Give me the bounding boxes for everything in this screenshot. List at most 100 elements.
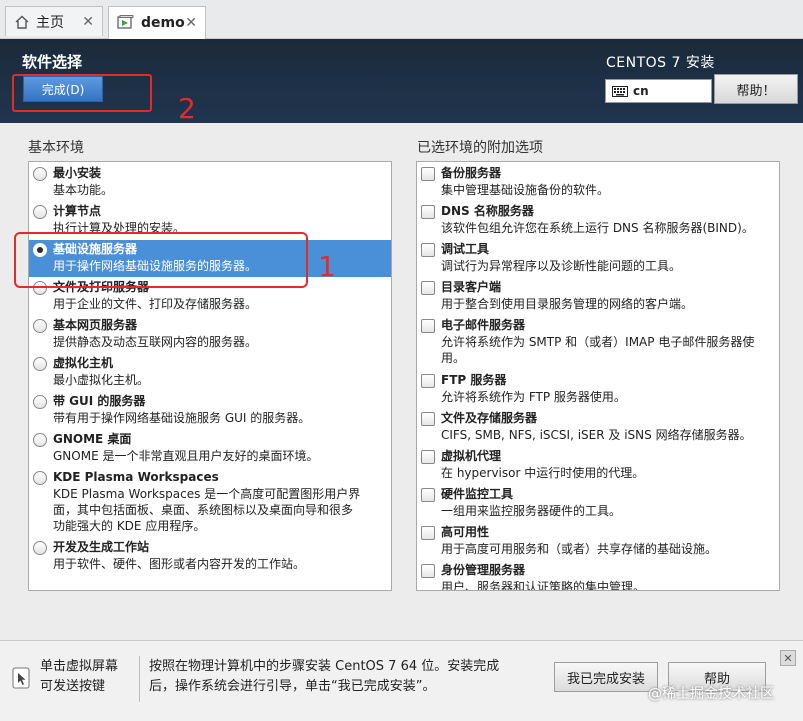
list-item[interactable]: 虚拟化主机 最小虚拟化主机。 [29, 354, 391, 388]
item-name: 最小安装 [53, 166, 102, 180]
item-name: 备份服务器 [441, 166, 502, 180]
install-info-line1: 按照在物理计算机中的步骤安装 CentOS 7 64 位。安装完成 [149, 659, 500, 674]
vm-icon [117, 15, 135, 31]
page-title: 软件选择 [22, 53, 83, 71]
item-description: GNOME 是一个非常直观且用户友好的桌面环境。 [53, 449, 319, 463]
radio-button[interactable] [33, 319, 47, 333]
item-name: 身份管理服务器 [441, 563, 526, 577]
radio-button[interactable] [33, 541, 47, 555]
list-item[interactable]: 计算节点 执行计算及处理的安装。 [29, 202, 391, 236]
annotation-label-1: 1 [318, 250, 336, 283]
install-info-text: 按照在物理计算机中的步骤安装 CentOS 7 64 位。安装完成 后，操作系统… [149, 657, 549, 697]
tab-home-label: 主页 [36, 14, 64, 31]
annotation-box-2 [12, 74, 152, 112]
list-item[interactable]: 文件及存储服务器 CIFS, SMB, NFS, iSCSI, iSER 及 iS… [417, 409, 779, 443]
annotation-label-2: 2 [178, 92, 196, 125]
item-description: 该软件包组允许您在系统上运行 DNS 名称服务器(BIND)。 [441, 221, 754, 235]
list-item[interactable]: 身份管理服务器 用户、服务器和认证策略的集中管理。 [417, 561, 779, 590]
checkbox[interactable] [421, 167, 435, 181]
finished-install-button[interactable]: 我已完成安装 [554, 662, 658, 692]
item-name: DNS 名称服务器 [441, 204, 534, 218]
list-item[interactable]: 高可用性 用于高度可用服务和（或者）共享存储的基础设施。 [417, 523, 779, 557]
list-item[interactable]: 硬件监控工具一组用来监控服务器硬件的工具。 [417, 485, 779, 519]
item-description: 基本功能。 [53, 183, 114, 197]
watermark: @稀土掘金技术社区 [648, 686, 774, 702]
addons-title: 已选环境的附加选项 [417, 140, 543, 156]
vm-hint-line2: 可发送按键 [40, 679, 106, 694]
list-item[interactable]: 开发及生成工作站用于软件、硬件、图形或者内容开发的工作站。 [29, 538, 391, 572]
installer-title: CENTOS 7 安装 [606, 55, 715, 71]
checkbox[interactable] [421, 488, 435, 502]
list-item[interactable]: 基本网页服务器 提供静态及动态互联网内容的服务器。 [29, 316, 391, 350]
checkbox[interactable] [421, 412, 435, 426]
home-icon [14, 14, 30, 30]
item-description: 最小虚拟化主机。 [53, 373, 150, 387]
list-item[interactable]: DNS 名称服务器该软件包组允许您在系统上运行 DNS 名称服务器(BIND)。 [417, 202, 779, 236]
item-name: 虚拟机代理 [441, 449, 502, 463]
item-description: 用于软件、硬件、图形或者内容开发的工作站。 [53, 557, 306, 571]
base-env-list[interactable]: 最小安装 基本功能。 计算节点 执行计算及处理的安装。 基础设施服务器 用于操作网络基础设… [28, 161, 392, 591]
radio-button[interactable] [33, 395, 47, 409]
checkbox[interactable] [421, 564, 435, 578]
list-item[interactable]: 目录客户端用于整合到使用目录服务管理的网络的客户端。 [417, 278, 779, 312]
item-description: 用。 [441, 351, 466, 365]
list-item[interactable]: 带 GUI 的服务器带有用于操作网络基础设施服务 GUI 的服务器。 [29, 392, 391, 426]
list-item[interactable]: 调试工具 调试行为异常程序以及诊断性能问题的工具。 [417, 240, 779, 274]
base-env-title: 基本环境 [28, 140, 84, 156]
divider [139, 656, 140, 702]
item-description: 允许将系统作为 FTP 服务器使用。 [441, 390, 626, 404]
item-name: 电子邮件服务器 [441, 318, 526, 332]
checkbox[interactable] [421, 205, 435, 219]
list-item[interactable]: KDE Plasma Workspaces KDE Plasma Workspac… [29, 468, 391, 534]
checkbox[interactable] [421, 243, 435, 257]
item-name: KDE Plasma Workspaces [53, 470, 219, 484]
checkbox[interactable] [421, 281, 435, 295]
install-info-line2: 后，操作系统会进行引导，单击“我已完成安装”。 [149, 679, 436, 694]
checkbox[interactable] [421, 450, 435, 464]
checkbox[interactable] [421, 526, 435, 540]
checkbox[interactable] [421, 319, 435, 333]
item-description: 面，其中包括面板、桌面、系统图标以及桌面向导和很多 [53, 503, 354, 517]
item-description: 允许将系统作为 SMTP 和（或者）IMAP 电子邮件服务器使 [441, 335, 755, 349]
item-name: FTP 服务器 [441, 373, 507, 387]
click-screen-icon [12, 667, 30, 692]
item-description: 用于企业的文件、打印及存储服务器。 [53, 297, 258, 311]
vm-hint-text: 单击虚拟屏幕 可发送按键 [40, 657, 118, 697]
list-item[interactable]: FTP 服务器允许将系统作为 FTP 服务器使用。 [417, 371, 779, 405]
item-name: 调试工具 [441, 242, 490, 256]
item-name: 文件及存储服务器 [441, 411, 538, 425]
keyboard-layout-indicator[interactable]: cn [605, 79, 712, 103]
item-description: 带有用于操作网络基础设施服务 GUI 的服务器。 [53, 411, 311, 425]
item-name: 计算节点 [53, 204, 102, 218]
item-name: 开发及生成工作站 [53, 540, 150, 554]
radio-button[interactable] [33, 471, 47, 485]
item-description: KDE Plasma Workspaces 是一个高度可配置图形用户界 [53, 487, 361, 501]
radio-button[interactable] [33, 167, 47, 181]
radio-button[interactable] [33, 205, 47, 219]
item-description: 用于整合到使用目录服务管理的网络的客户端。 [441, 297, 694, 311]
tab-demo[interactable]: demo ✕ [108, 6, 206, 39]
help-button[interactable]: 帮助！ [714, 74, 798, 104]
addons-list[interactable]: 备份服务器集中管理基础设施备份的软件。 DNS 名称服务器该软件包组允许您在系统上… [416, 161, 780, 591]
item-description: CIFS, SMB, NFS, iSCSI, iSER 及 iSNS 网络存储服… [441, 428, 752, 442]
item-name: 目录客户端 [441, 280, 502, 294]
close-icon[interactable]: ✕ [185, 15, 197, 31]
item-description: 集中管理基础设施备份的软件。 [441, 183, 610, 197]
close-hint-icon[interactable]: ✕ [780, 650, 796, 666]
list-item[interactable]: 备份服务器集中管理基础设施备份的软件。 [417, 164, 779, 198]
close-icon[interactable]: ✕ [82, 14, 94, 30]
item-name: GNOME 桌面 [53, 432, 132, 446]
tab-home[interactable]: 主页 ✕ [5, 6, 103, 36]
tab-demo-label: demo [141, 15, 185, 31]
item-name: 硬件监控工具 [441, 487, 514, 501]
checkbox[interactable] [421, 374, 435, 388]
list-item[interactable]: 最小安装 基本功能。 [29, 164, 391, 198]
list-item[interactable]: 电子邮件服务器允许将系统作为 SMTP 和（或者）IMAP 电子邮件服务器使 用。 [417, 316, 779, 366]
item-name: 带 GUI 的服务器 [53, 394, 146, 408]
radio-button[interactable] [33, 433, 47, 447]
item-name: 基本网页服务器 [53, 318, 138, 332]
item-description: 一组用来监控服务器硬件的工具。 [441, 504, 622, 518]
list-item[interactable]: 虚拟机代理在 hypervisor 中运行时使用的代理。 [417, 447, 779, 481]
radio-button[interactable] [33, 357, 47, 371]
list-item[interactable]: GNOME 桌面 GNOME 是一个非常直观且用户友好的桌面环境。 [29, 430, 391, 464]
